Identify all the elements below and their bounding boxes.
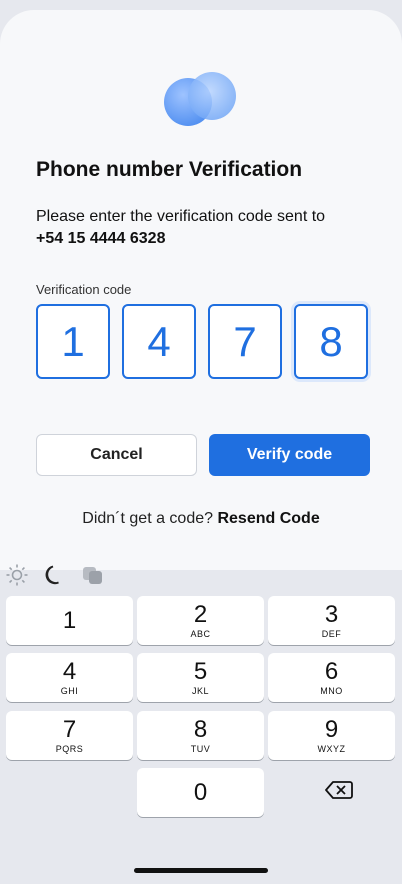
instruction-text: Please enter the verification code sent … — [36, 206, 325, 250]
keyboard-toolbar — [0, 558, 402, 592]
key-5[interactable]: 5 JKL — [137, 653, 264, 702]
moon-icon[interactable] — [42, 562, 68, 588]
home-indicator — [134, 868, 268, 873]
key-6[interactable]: 6 MNO — [268, 653, 395, 702]
backspace-icon — [324, 780, 353, 805]
code-digit-4[interactable]: 8 — [294, 304, 368, 379]
backspace-key[interactable] — [275, 768, 402, 817]
sun-icon[interactable] — [4, 562, 30, 588]
code-digit-1[interactable]: 1 — [36, 304, 110, 379]
key-9[interactable]: 9 WXYZ — [268, 711, 395, 760]
code-field-label: Verification code — [36, 282, 132, 297]
overlap-squares-icon[interactable] — [80, 562, 106, 588]
verify-code-button[interactable]: Verify code — [209, 434, 370, 476]
page-title: Phone number Verification — [36, 158, 303, 181]
key-7[interactable]: 7 PQRS — [6, 711, 133, 760]
instruction-line: Please enter the verification code sent … — [36, 208, 326, 225]
resend-prompt: Didn´t get a code? — [82, 510, 214, 527]
key-8[interactable]: 8 TUV — [137, 711, 264, 760]
key-1[interactable]: 1 — [6, 596, 133, 645]
resend-row: Didn´t get a code? Resend Code — [0, 510, 402, 528]
resend-code-link[interactable]: Resend Code — [217, 510, 319, 527]
key-4[interactable]: 4 GHI — [6, 653, 133, 702]
phone-number: +54 15 4444 6328 — [36, 230, 166, 247]
key-3[interactable]: 3 DEF — [268, 596, 395, 645]
cancel-button[interactable]: Cancel — [36, 434, 197, 476]
code-digit-3[interactable]: 7 — [208, 304, 282, 379]
app-logo — [164, 70, 238, 126]
verification-card: Phone number Verification Please enter t… — [0, 10, 402, 570]
key-0[interactable]: 0 — [137, 768, 264, 817]
key-2[interactable]: 2 ABC — [137, 596, 264, 645]
code-input-group: 1 4 7 8 — [36, 304, 368, 379]
code-digit-2[interactable]: 4 — [122, 304, 196, 379]
